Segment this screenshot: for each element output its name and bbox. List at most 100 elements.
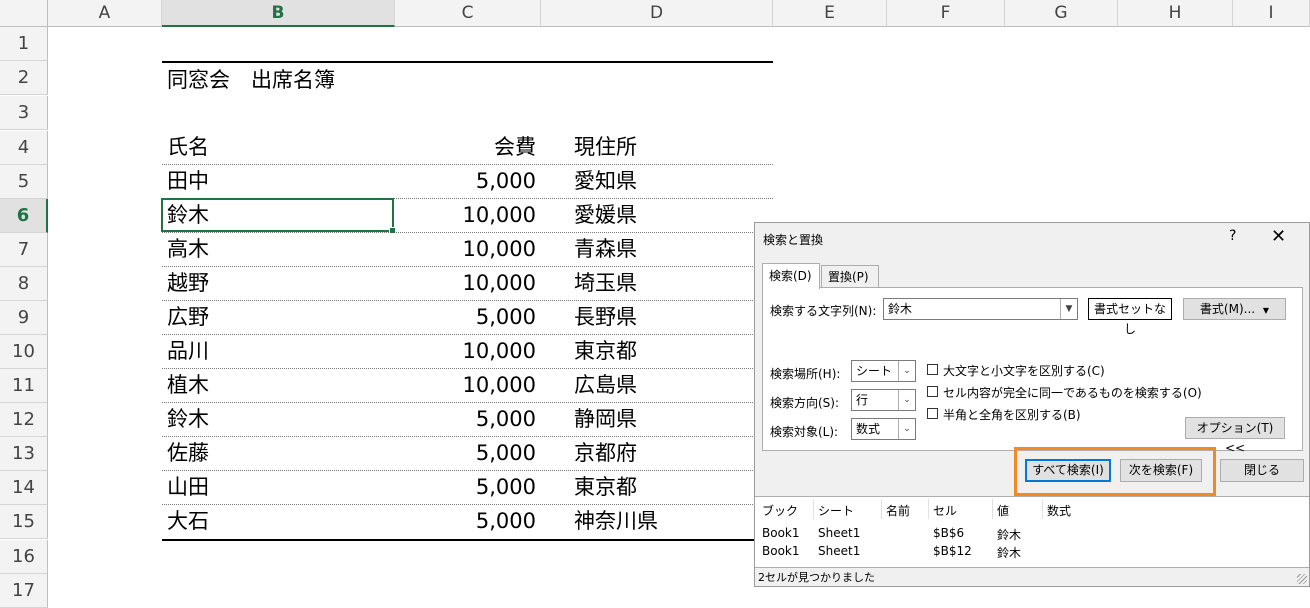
cell-fee[interactable]: 5,000	[395, 402, 536, 436]
cell-address[interactable]: 広島県	[574, 368, 637, 402]
result-column-header[interactable]: 名前	[886, 502, 910, 519]
close-button[interactable]: 閉じる	[1220, 459, 1304, 482]
row-header-17[interactable]: 17	[0, 574, 48, 608]
cell-name[interactable]: 越野	[167, 266, 209, 300]
find-replace-dialog: 検索と置換 ? ✕ 検索(D) 置換(P) 検索する文字列(N): 鈴木 ▼ 書…	[754, 222, 1310, 587]
row-header-14[interactable]: 14	[0, 471, 48, 505]
row-header-15[interactable]: 15	[0, 505, 48, 539]
row-header-11[interactable]: 11	[0, 369, 48, 403]
help-button[interactable]: ?	[1229, 228, 1236, 244]
row-header-12[interactable]: 12	[0, 403, 48, 437]
cell-address[interactable]: 神奈川県	[574, 504, 658, 538]
column-separator	[992, 499, 993, 519]
cell-address[interactable]: 愛媛県	[574, 198, 637, 232]
close-icon[interactable]: ✕	[1271, 226, 1286, 247]
cell-name[interactable]: 高木	[167, 232, 209, 266]
cell-fee[interactable]: 5,000	[395, 504, 536, 538]
options-button[interactable]: オプション(T) <<	[1185, 417, 1285, 455]
row-header-5[interactable]: 5	[0, 165, 48, 199]
lookin-value: 数式	[856, 422, 881, 436]
cell-fee[interactable]: 10,000	[395, 334, 536, 368]
cell-name[interactable]: 品川	[167, 334, 209, 368]
match-width-checkbox[interactable]	[927, 408, 938, 419]
header-address[interactable]: 現住所	[574, 130, 637, 164]
match-case-label: 大文字と小文字を区別する(C)	[943, 364, 1105, 378]
match-entire-checkbox[interactable]	[927, 386, 938, 397]
column-header-A[interactable]: A	[48, 0, 162, 27]
cell-fee[interactable]: 5,000	[395, 164, 536, 198]
row-header-7[interactable]: 7	[0, 233, 48, 267]
no-format-preview: 書式セットなし	[1088, 298, 1172, 336]
column-header-B[interactable]: B	[162, 0, 395, 27]
cell-address[interactable]: 東京都	[574, 470, 637, 504]
chevron-down-icon[interactable]: ⌄	[898, 419, 915, 439]
cell-name[interactable]: 広野	[167, 300, 209, 334]
tab-find[interactable]: 検索(D)	[762, 263, 820, 289]
resize-grip[interactable]	[1297, 574, 1307, 584]
cell-name[interactable]: 鈴木	[167, 402, 209, 436]
cell-name[interactable]: 植木	[167, 368, 209, 402]
cell-fee[interactable]: 10,000	[395, 198, 536, 232]
format-button[interactable]: 書式(M)... ▼	[1183, 298, 1286, 320]
cell-address[interactable]: 青森県	[574, 232, 637, 266]
cell-address[interactable]: 長野県	[574, 300, 637, 334]
row-header-4[interactable]: 4	[0, 131, 48, 165]
cell-fee[interactable]: 5,000	[395, 300, 536, 334]
header-fee[interactable]: 会費	[395, 130, 536, 164]
result-column-header[interactable]: ブック	[762, 502, 798, 519]
row-header-13[interactable]: 13	[0, 437, 48, 471]
column-header-H[interactable]: H	[1118, 0, 1233, 27]
cell-address[interactable]: 埼玉県	[574, 266, 637, 300]
sheet-title[interactable]: 同窓会 出席名簿	[167, 63, 335, 97]
cell-address[interactable]: 東京都	[574, 334, 637, 368]
chevron-down-icon[interactable]: ⌄	[898, 361, 915, 381]
chevron-down-icon[interactable]: ⌄	[898, 390, 915, 410]
search-select[interactable]: 行 ⌄	[851, 389, 916, 411]
cell-name[interactable]: 田中	[167, 164, 209, 198]
within-select[interactable]: シート ⌄	[851, 360, 916, 382]
row-header-10[interactable]: 10	[0, 335, 48, 369]
match-case-checkbox[interactable]	[927, 364, 938, 375]
row-header-6[interactable]: 6	[0, 199, 48, 233]
column-header-D[interactable]: D	[541, 0, 773, 27]
cell-address[interactable]: 京都府	[574, 436, 637, 470]
column-header-G[interactable]: G	[1005, 0, 1118, 27]
cell-fee[interactable]: 5,000	[395, 470, 536, 504]
cell-fee[interactable]: 10,000	[395, 232, 536, 266]
lookin-select[interactable]: 数式 ⌄	[851, 418, 916, 440]
cell-name[interactable]: 佐藤	[167, 436, 209, 470]
cell-fee[interactable]: 10,000	[395, 368, 536, 402]
find-what-input[interactable]: 鈴木 ▼	[883, 298, 1078, 320]
tab-replace[interactable]: 置換(P)	[821, 265, 879, 287]
column-header-C[interactable]: C	[395, 0, 541, 27]
row-header-2[interactable]: 2	[0, 61, 48, 95]
row-header-1[interactable]: 1	[0, 27, 48, 61]
cell-fee[interactable]: 10,000	[395, 266, 536, 300]
column-separator	[1042, 499, 1043, 519]
result-column-header[interactable]: 値	[997, 502, 1009, 519]
row-header-3[interactable]: 3	[0, 96, 48, 130]
result-column-header[interactable]: シート	[818, 502, 854, 519]
column-separator	[881, 499, 882, 519]
row-header-9[interactable]: 9	[0, 301, 48, 335]
row-header-16[interactable]: 16	[0, 540, 48, 574]
select-all-corner[interactable]	[0, 0, 48, 27]
chevron-down-icon[interactable]: ▼	[1060, 299, 1077, 319]
result-column-header[interactable]: 数式	[1047, 502, 1071, 519]
result-column-header[interactable]: セル	[933, 502, 957, 519]
row-header-8[interactable]: 8	[0, 267, 48, 301]
search-label: 検索方向(S):	[770, 396, 840, 410]
header-name[interactable]: 氏名	[167, 130, 209, 164]
result-sheet: Sheet1	[818, 526, 861, 540]
column-header-I[interactable]: I	[1233, 0, 1310, 27]
cell-name[interactable]: 山田	[167, 470, 209, 504]
results-list[interactable]: ブック シート 名前 セル 値 数式 Book1 Sheet1 $B$6 鈴木 Book1 Shee…	[755, 496, 1309, 568]
active-cell-B6[interactable]	[161, 198, 396, 234]
cell-name[interactable]: 大石	[167, 504, 209, 538]
find-what-value: 鈴木	[888, 302, 913, 316]
cell-address[interactable]: 静岡県	[574, 402, 637, 436]
cell-address[interactable]: 愛知県	[574, 164, 637, 198]
column-header-F[interactable]: F	[887, 0, 1005, 27]
column-header-E[interactable]: E	[773, 0, 887, 27]
cell-fee[interactable]: 5,000	[395, 436, 536, 470]
